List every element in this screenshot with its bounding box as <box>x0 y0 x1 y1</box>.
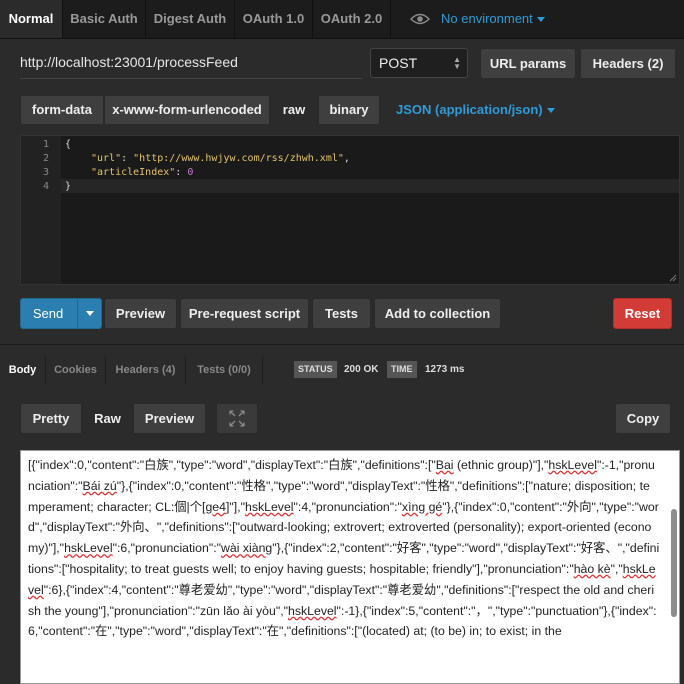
tests-button[interactable]: Tests <box>312 298 371 329</box>
request-body-editor[interactable]: 1 2 3 4 { "url": "http://www.hwjyw.com/r… <box>20 135 680 285</box>
add-to-collection-button[interactable]: Add to collection <box>374 298 501 329</box>
chevron-down-icon <box>536 17 545 23</box>
body-mode-urlencoded[interactable]: x-www-form-urlencoded <box>104 95 270 125</box>
url-input[interactable]: http://localhost:23001/processFeed <box>20 46 362 79</box>
scrollbar[interactable] <box>671 509 677 617</box>
time-badge: TIME <box>387 361 417 378</box>
code-line: { <box>65 139 72 150</box>
chevron-down-icon <box>86 311 94 317</box>
tab-oauth-2[interactable]: OAuth 2.0 <box>313 0 391 38</box>
code-line: } <box>65 181 72 192</box>
tab-tests[interactable]: Tests (0/0) <box>186 357 263 384</box>
tab-cookies[interactable]: Cookies <box>46 357 106 384</box>
view-raw-button[interactable]: Raw <box>82 403 133 434</box>
prerequest-script-button[interactable]: Pre-request script <box>180 298 309 329</box>
response-body[interactable]: [{"index":0,"content":"白族","type":"word"… <box>20 450 680 684</box>
view-pretty-button[interactable]: Pretty <box>20 403 82 434</box>
body-mode-binary[interactable]: binary <box>318 95 380 125</box>
headers-button[interactable]: Headers (2) <box>580 48 676 79</box>
line-number: 1 <box>42 139 49 150</box>
auth-tab-bar: Normal Basic Auth Digest Auth OAuth 1.0 … <box>0 0 684 39</box>
preview-button[interactable]: Preview <box>104 298 177 329</box>
content-type-dropdown[interactable]: JSON (application/json) <box>396 95 555 125</box>
resize-handle-icon[interactable] <box>669 274 677 282</box>
status-badge: STATUS <box>294 361 337 378</box>
copy-button[interactable]: Copy <box>615 403 671 434</box>
method-value: POST <box>379 55 418 71</box>
current-line-highlight <box>61 179 679 193</box>
tab-digest-auth[interactable]: Digest Auth <box>146 0 235 38</box>
line-number: 3 <box>42 167 49 178</box>
reset-button[interactable]: Reset <box>613 298 672 329</box>
tab-headers[interactable]: Headers (4) <box>106 357 186 384</box>
status-value: 200 OK <box>344 364 379 375</box>
expand-button[interactable] <box>216 403 258 434</box>
tab-body[interactable]: Body <box>0 357 46 384</box>
content-type-label: JSON (application/json) <box>396 102 543 117</box>
tab-normal[interactable]: Normal <box>0 0 63 38</box>
eye-icon <box>410 13 430 25</box>
send-button-group: Send <box>20 298 102 329</box>
divider <box>0 344 684 345</box>
code-line: "articleIndex": 0 <box>91 167 194 178</box>
body-mode-form-data[interactable]: form-data <box>20 95 104 125</box>
view-preview-button[interactable]: Preview <box>133 403 206 434</box>
send-dropdown[interactable] <box>77 299 102 328</box>
response-text: [{"index":0,"content":"白族","type":"word"… <box>28 458 660 639</box>
updown-arrows-icon: ▲ ▼ <box>453 55 461 71</box>
url-params-button[interactable]: URL params <box>480 48 576 79</box>
code-line: "url": "http://www.hwjyw.com/rss/zhwh.xm… <box>91 153 350 164</box>
line-number: 4 <box>42 181 49 192</box>
expand-icon <box>229 410 245 427</box>
body-mode-raw[interactable]: raw <box>270 95 318 125</box>
time-value: 1273 ms <box>425 364 465 375</box>
line-number: 2 <box>42 153 49 164</box>
environment-label: No environment <box>441 11 533 26</box>
tab-oauth-1[interactable]: OAuth 1.0 <box>235 0 313 38</box>
line-gutter: 1 2 3 4 <box>21 136 61 284</box>
chevron-down-icon <box>546 108 555 114</box>
tab-basic-auth[interactable]: Basic Auth <box>63 0 146 38</box>
send-button[interactable]: Send <box>21 299 75 328</box>
method-select[interactable]: POST ▲ ▼ <box>370 48 468 78</box>
